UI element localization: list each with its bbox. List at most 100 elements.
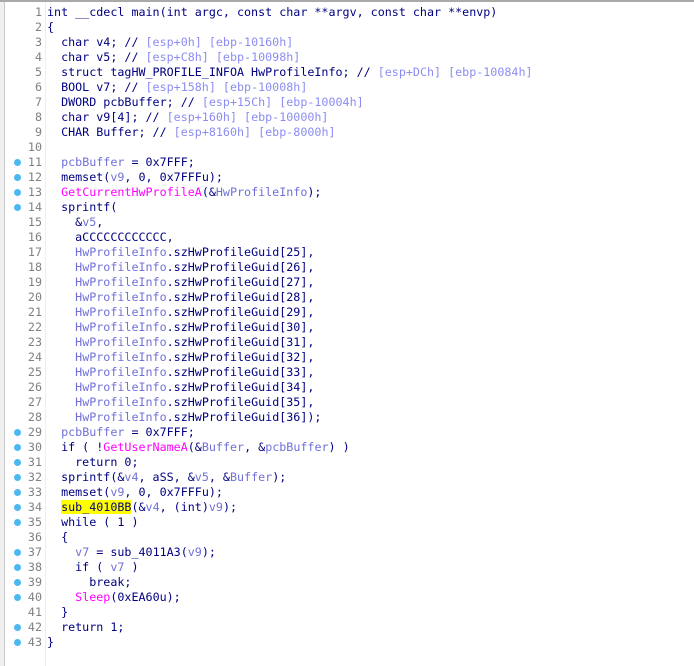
variable-token[interactable]: v4	[124, 470, 138, 484]
code-text: return 1;	[47, 620, 124, 635]
line-number: 37	[27, 545, 42, 559]
code-text: HwProfileInfo.szHwProfileGuid[29],	[47, 305, 314, 320]
line-number: 35	[27, 515, 42, 529]
variable-token[interactable]: HwProfileInfo	[75, 380, 166, 394]
variable-token[interactable]: v5	[195, 470, 209, 484]
code-token: = sub_4011A3(	[89, 545, 188, 559]
code-token: , 0, 0x7FFFu);	[124, 170, 223, 184]
line-number: 9	[34, 125, 42, 139]
code-token: .szHwProfileGuid[29],	[166, 305, 315, 319]
variable-token[interactable]: HwProfileInfo	[75, 290, 166, 304]
variable-token[interactable]: pcbBuffer	[61, 155, 124, 169]
line-number: 26	[27, 380, 42, 394]
variable-token[interactable]: HwProfileInfo	[75, 260, 166, 274]
code-text: HwProfileInfo.szHwProfileGuid[36]);	[47, 410, 321, 425]
code-token: struct tagHW_PROFILE_INFOA HwProfileInfo…	[47, 65, 378, 79]
code-token: );	[272, 470, 287, 484]
line-number: 38	[27, 560, 42, 574]
code-token: = 0x7FFF;	[124, 425, 195, 439]
variable-token[interactable]: HwProfileInfo	[75, 410, 166, 424]
code-token: .szHwProfileGuid[36]);	[166, 410, 322, 424]
left-scrollbar[interactable]	[0, 2, 5, 666]
code-token: .szHwProfileGuid[30],	[166, 320, 315, 334]
line-number: 4	[34, 50, 42, 64]
code-text: aCCCCCCCCCCCC,	[47, 230, 174, 245]
gutter-divider	[45, 2, 46, 666]
code-text: }	[47, 605, 68, 620]
variable-token[interactable]: HwProfileInfo	[75, 350, 166, 364]
code-text: return 0;	[47, 455, 138, 470]
code-token: .szHwProfileGuid[31],	[166, 335, 315, 349]
code-text: HwProfileInfo.szHwProfileGuid[28],	[47, 290, 314, 305]
code-text: HwProfileInfo.szHwProfileGuid[26],	[47, 260, 314, 275]
highlighted-token[interactable]: sub_4010BB	[61, 500, 132, 514]
code-text: }	[47, 635, 54, 650]
variable-token[interactable]: HwProfileInfo	[75, 275, 166, 289]
variable-token[interactable]: v7	[75, 545, 89, 559]
code-token: .szHwProfileGuid[26],	[166, 260, 315, 274]
variable-token[interactable]: pcbBuffer	[61, 425, 124, 439]
line-number: 15	[27, 215, 42, 229]
variable-token[interactable]: pcbBuffer	[265, 440, 328, 454]
import-function-token[interactable]: GetCurrentHwProfileA	[61, 185, 202, 199]
variable-token[interactable]: Buffer	[202, 440, 244, 454]
code-token: , aSS, &	[138, 470, 195, 484]
code-text: HwProfileInfo.szHwProfileGuid[30],	[47, 320, 314, 335]
code-token: , &	[208, 470, 230, 484]
code-token: .szHwProfileGuid[33],	[166, 365, 315, 379]
line-number: 23	[27, 335, 42, 349]
code-text: memset(v9, 0, 0x7FFFu);	[47, 170, 223, 185]
variable-token[interactable]: v9	[188, 545, 202, 559]
variable-token[interactable]: HwProfileInfo	[75, 395, 166, 409]
import-function-token[interactable]: GetUserNameA	[103, 440, 187, 454]
variable-token[interactable]: v7	[110, 560, 124, 574]
comment-token: [esp+160h] [ebp-10000h]	[166, 110, 329, 124]
variable-token[interactable]: HwProfileInfo	[75, 305, 166, 319]
line-number: 18	[27, 260, 42, 274]
line-number: 2	[34, 20, 42, 34]
variable-token[interactable]: v9	[110, 170, 124, 184]
code-token: (&	[131, 500, 146, 514]
variable-token[interactable]: v9	[209, 500, 223, 514]
variable-token[interactable]: HwProfileInfo	[75, 365, 166, 379]
code-token: .szHwProfileGuid[28],	[166, 290, 315, 304]
code-token: .szHwProfileGuid[27],	[166, 275, 315, 289]
code-text: {	[47, 20, 54, 35]
variable-token[interactable]: v9	[110, 485, 124, 499]
code-token: CHAR Buffer; //	[47, 125, 174, 139]
code-text: DWORD pcbBuffer; // [esp+15Ch] [ebp-1000…	[47, 95, 364, 110]
line-number: 40	[27, 590, 42, 604]
line-number: 31	[27, 455, 42, 469]
variable-token[interactable]: v4	[146, 500, 160, 514]
code-text: pcbBuffer = 0x7FFF;	[47, 155, 195, 170]
code-token: memset(	[47, 170, 111, 184]
code-token: char v9[4]; //	[47, 110, 167, 124]
code-token: );	[307, 185, 322, 199]
variable-token[interactable]: HwProfileInfo	[75, 320, 166, 334]
line-number: 30	[27, 440, 42, 454]
code-token: (0xEA60u);	[110, 590, 181, 604]
line-number: 39	[27, 575, 42, 589]
pseudocode-view[interactable]: 1 int __cdecl main(int argc, const char *…	[0, 0, 694, 666]
line-number: 5	[34, 65, 42, 79]
code-text: Sleep(0xEA60u);	[47, 590, 181, 605]
line-number: 25	[27, 365, 42, 379]
code-token: while ( 1 )	[47, 515, 139, 529]
variable-token[interactable]: HwProfileInfo	[75, 245, 166, 259]
import-function-token[interactable]: Sleep	[75, 590, 110, 604]
line-number: 33	[27, 485, 42, 499]
comment-token: [esp+0h] [ebp-10160h]	[145, 35, 294, 49]
variable-token[interactable]: v5	[82, 215, 96, 229]
code-text: HwProfileInfo.szHwProfileGuid[34],	[47, 380, 314, 395]
variable-token[interactable]: HwProfileInfo	[216, 185, 307, 199]
variable-token[interactable]: HwProfileInfo	[75, 335, 166, 349]
comment-token: [esp+C8h] [ebp-10098h]	[145, 50, 301, 64]
code-text: sub_4010BB(&v4, (int)v9);	[47, 500, 237, 515]
variable-token[interactable]: Buffer	[230, 470, 272, 484]
